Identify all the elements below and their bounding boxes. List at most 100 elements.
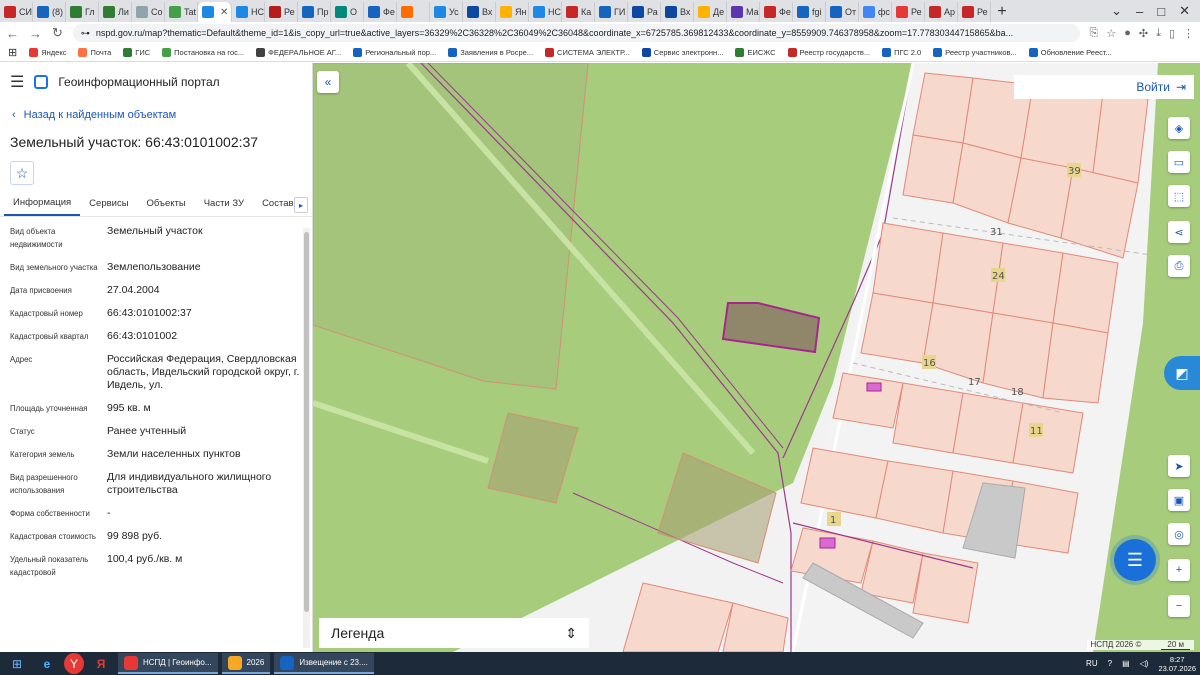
language-indicator[interactable]: RU (1086, 659, 1098, 668)
close-tab-icon[interactable]: ✕ (220, 7, 228, 18)
layers-button[interactable]: ◈ (1168, 117, 1190, 139)
browser-tab[interactable]: Ар (925, 2, 958, 22)
bookmark-item[interactable]: Сервис электронн... (641, 48, 723, 57)
bookmark-item[interactable]: Региональный пор... (353, 48, 436, 57)
browser-tab[interactable]: Со (132, 2, 165, 22)
yandex-icon[interactable]: Я (88, 653, 114, 674)
browser-tab[interactable]: ✕ (198, 2, 232, 22)
browser-tab[interactable]: фс (859, 2, 892, 22)
geolocation-button[interactable]: ➤ (1168, 455, 1190, 477)
help-icon[interactable]: ? (1108, 659, 1112, 668)
bookmark-item[interactable]: ПГС 2.0 (882, 48, 921, 57)
hamburger-menu-icon[interactable]: ☰ (10, 72, 24, 92)
back-arrow-icon[interactable]: ← (6, 26, 19, 41)
bookmark-item[interactable]: Реестр государств... (787, 48, 870, 57)
measure-button[interactable]: ▭ (1168, 151, 1190, 173)
extension-icon[interactable]: ● (1124, 27, 1131, 40)
browser-tab[interactable]: Гл (66, 2, 99, 22)
tabs-next-button[interactable]: ▸ (294, 197, 308, 213)
reload-icon[interactable]: ↻ (52, 25, 63, 41)
panel-scrollbar-thumb[interactable] (304, 232, 309, 612)
browser-tab[interactable]: Ра (628, 2, 661, 22)
panel-tab[interactable]: Сервисы (80, 191, 137, 216)
download-icon[interactable]: ⤓ (1156, 27, 1161, 40)
volume-icon[interactable]: ◁) (1140, 659, 1149, 668)
browser-tab[interactable]: Фе (760, 2, 793, 22)
bookmark-item[interactable]: СИСТЕМА ЭЛЕКТР... (545, 48, 630, 57)
browser-tab[interactable]: Ре (892, 2, 925, 22)
browser-tab[interactable] (397, 2, 430, 22)
share-map-button[interactable]: ⋖ (1168, 221, 1190, 243)
zoom-in-button[interactable]: + (1168, 559, 1190, 581)
zoom-out-button[interactable]: − (1168, 595, 1190, 617)
browser-tab[interactable]: Ян (496, 2, 529, 22)
browser-tab[interactable]: Пр (298, 2, 331, 22)
select-area-button[interactable]: ⬚ (1168, 185, 1190, 207)
panel-tab[interactable]: Части ЗУ (195, 191, 253, 216)
close-window-icon[interactable]: ✕ (1179, 3, 1190, 19)
bookmark-item[interactable]: ЕИСЖС (735, 48, 776, 57)
tab-search-icon[interactable]: ⌄ (1111, 3, 1122, 19)
bookmark-item[interactable]: ФЕДЕРАЛЬНОЕ АГ... (256, 48, 341, 57)
collapse-panel-button[interactable]: « (317, 71, 339, 93)
bookmark-item[interactable]: Заявления в Росре... (448, 48, 533, 57)
chat-button[interactable]: ☰ (1114, 539, 1156, 581)
bookmark-item[interactable]: Почта (78, 48, 111, 57)
bookmark-item[interactable]: ГИС (123, 48, 150, 57)
browser-tab[interactable]: ГИ (595, 2, 628, 22)
side-widget-button[interactable]: ◩ (1164, 356, 1200, 390)
clock[interactable]: 8:27 23.07.2026 (1158, 655, 1196, 673)
share-icon[interactable]: ⎘ (1090, 27, 1099, 40)
minimize-icon[interactable]: – (1136, 4, 1143, 19)
map-canvas[interactable]: 39 31 24 16 17 18 11 1 (313, 63, 1200, 652)
browser-tab[interactable]: Ус (430, 2, 463, 22)
browser-tab[interactable]: О (331, 2, 364, 22)
bookmark-item[interactable]: Постановка на гос... (162, 48, 244, 57)
panel-tab[interactable]: Объекты (138, 191, 195, 216)
address-bar[interactable]: ⊶ nspd.gov.ru/map?thematic=Default&theme… (72, 24, 1080, 42)
network-icon[interactable]: ▤ (1122, 659, 1130, 668)
login-button[interactable]: Войти ⇥ (1014, 75, 1194, 99)
browser-tab[interactable]: Ре (958, 2, 991, 22)
taskbar-window-button[interactable]: Извещение с 23.... (274, 653, 374, 674)
bookmark-item[interactable]: Реестр участников... (933, 48, 1017, 57)
browser-tab[interactable]: Ка (562, 2, 595, 22)
panel-scrollbar[interactable] (303, 228, 310, 648)
taskbar-window-button[interactable]: НСПД | Геоинфо... (118, 653, 218, 674)
browser-tab[interactable]: СИ (0, 2, 33, 22)
search-location-button[interactable]: ◎ (1168, 523, 1190, 545)
bookmark-item[interactable]: Яндекс (29, 48, 66, 57)
forward-arrow-icon[interactable]: → (29, 26, 42, 41)
maximize-icon[interactable]: □ (1157, 4, 1165, 19)
browser-tab[interactable]: Tat (165, 2, 198, 22)
sidebar-icon[interactable]: ▯ (1169, 27, 1175, 40)
favorite-button[interactable]: ☆ (10, 161, 34, 185)
puzzle-icon[interactable]: ✣ (1139, 27, 1148, 40)
print-button[interactable]: ⎙ (1168, 255, 1190, 277)
browser-tab[interactable]: fgi (793, 2, 826, 22)
start-button[interactable]: ⊞ (4, 653, 30, 674)
site-info-icon[interactable]: ⊶ (81, 28, 90, 39)
browser-tab[interactable]: Де (694, 2, 727, 22)
browser-tab[interactable]: Вх (661, 2, 694, 22)
browser-tab[interactable]: НС (529, 2, 562, 22)
bookmark-item[interactable]: Обновление Реест... (1028, 48, 1112, 57)
browser-tab[interactable]: НС (232, 2, 265, 22)
browser-tab[interactable]: (8) (33, 2, 66, 22)
browser-tab[interactable]: Ма (727, 2, 760, 22)
panel-tab[interactable]: Информация (4, 191, 81, 216)
taskbar-window-button[interactable]: 2026 (221, 653, 271, 674)
legend-dropdown[interactable]: Легенда ⇕ (319, 618, 589, 648)
browser-tab[interactable]: От (826, 2, 859, 22)
map-view[interactable]: 39 31 24 16 17 18 11 1 « Войти ⇥ ◈ ▭ ⬚ ⋖… (313, 63, 1200, 652)
yandex-browser-icon[interactable]: Y (64, 653, 84, 674)
bookmark-star-icon[interactable]: ☆ (1106, 27, 1116, 40)
new-tab-button[interactable]: + (991, 2, 1013, 22)
browser-tab[interactable]: Вх (463, 2, 496, 22)
menu-icon[interactable]: ⋮ (1183, 27, 1194, 40)
add-bookmark-icon[interactable]: ⊞ (8, 46, 17, 59)
browser-tab[interactable]: Ли (99, 2, 132, 22)
browser-tab[interactable]: Фе (364, 2, 397, 22)
browser-tab[interactable]: Ре (265, 2, 298, 22)
back-to-results-link[interactable]: ‹ Назад к найденным объектам (0, 101, 312, 129)
